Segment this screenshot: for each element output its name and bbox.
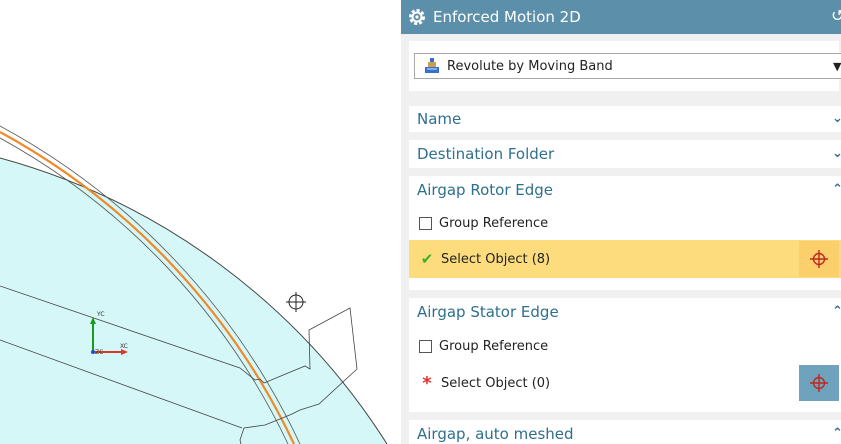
dialog-titlebar: Enforced Motion 2D ↺ [401, 0, 841, 34]
chevron-down-icon: ▼ [833, 60, 841, 73]
section-rotor-edge-header[interactable]: Airgap Rotor Edge ⌃ [409, 176, 841, 204]
section-name: Name ⌄ [409, 106, 841, 132]
triad-label-zc: ZC [95, 349, 103, 356]
stator-group-reference[interactable]: Group Reference [409, 334, 841, 358]
enforced-motion-dialog: Enforced Motion 2D ↺ Revolute by Moving … [401, 0, 841, 444]
section-destination-folder-header[interactable]: Destination Folder ⌄ [409, 140, 841, 168]
revolute-icon [425, 58, 439, 73]
rotor-group-reference-checkbox[interactable] [419, 216, 432, 230]
rotor-group-reference-label: Group Reference [439, 215, 549, 231]
section-rotor-edge-label: Airgap Rotor Edge [417, 181, 554, 199]
triad-label-yc: YC [96, 311, 105, 318]
section-destination-folder-label: Destination Folder [417, 145, 555, 163]
crosshair-icon [810, 374, 828, 392]
chevron-down-icon: ⌄ [832, 146, 841, 161]
stator-select-object-label: Select Object (0) [441, 375, 551, 391]
chevron-up-icon: ⌃ [832, 182, 841, 197]
section-name-label: Name [417, 110, 462, 128]
section-stator-edge-header[interactable]: Airgap Stator Edge ⌃ [409, 298, 841, 326]
model-region [0, 158, 387, 444]
crosshair-icon [810, 250, 828, 268]
stator-group-reference-checkbox[interactable] [419, 339, 432, 353]
chevron-up-icon: ⌃ [832, 304, 841, 319]
rotor-select-object[interactable]: ✔ Select Object (8) [409, 240, 841, 278]
section-stator-edge-label: Airgap Stator Edge [417, 303, 559, 321]
rotor-select-object-label: Select Object (8) [441, 251, 551, 267]
section-destination-folder: Destination Folder ⌄ [409, 140, 841, 168]
rotor-select-crosshair-button[interactable] [799, 241, 839, 277]
check-mark-icon: ✔ [420, 250, 434, 268]
section-airgap-meshed: Airgap, auto meshed ⌃ [409, 420, 841, 444]
type-dropdown[interactable]: Revolute by Moving Band ▼ [414, 53, 841, 79]
stator-select-object[interactable]: * Select Object (0) [409, 364, 841, 402]
type-group: Revolute by Moving Band ▼ [409, 41, 841, 91]
section-stator-edge: Airgap Stator Edge ⌃ Group Reference * S… [409, 298, 841, 412]
required-asterisk-icon: * [422, 372, 432, 394]
section-airgap-meshed-header[interactable]: Airgap, auto meshed ⌃ [409, 420, 841, 444]
section-name-header[interactable]: Name ⌄ [409, 106, 841, 132]
type-dropdown-value: Revolute by Moving Band [447, 58, 613, 74]
stator-group-reference-label: Group Reference [439, 338, 549, 354]
chevron-up-icon: ⌃ [832, 426, 841, 441]
rotor-group-reference[interactable]: Group Reference [409, 211, 841, 235]
section-rotor-edge: Airgap Rotor Edge ⌃ Group Reference ✔ Se… [409, 176, 841, 290]
stator-select-crosshair-button[interactable] [799, 365, 839, 401]
crosshair-cursor-icon [286, 292, 306, 312]
triad-label-xc: XC [120, 343, 128, 350]
section-airgap-meshed-label: Airgap, auto meshed [417, 425, 574, 443]
graphics-viewport[interactable]: YC XC ZC [0, 0, 400, 444]
chevron-down-icon: ⌄ [832, 111, 841, 126]
gear-icon [409, 9, 425, 25]
reset-icon[interactable]: ↺ [831, 6, 841, 25]
dialog-title: Enforced Motion 2D [433, 8, 581, 26]
